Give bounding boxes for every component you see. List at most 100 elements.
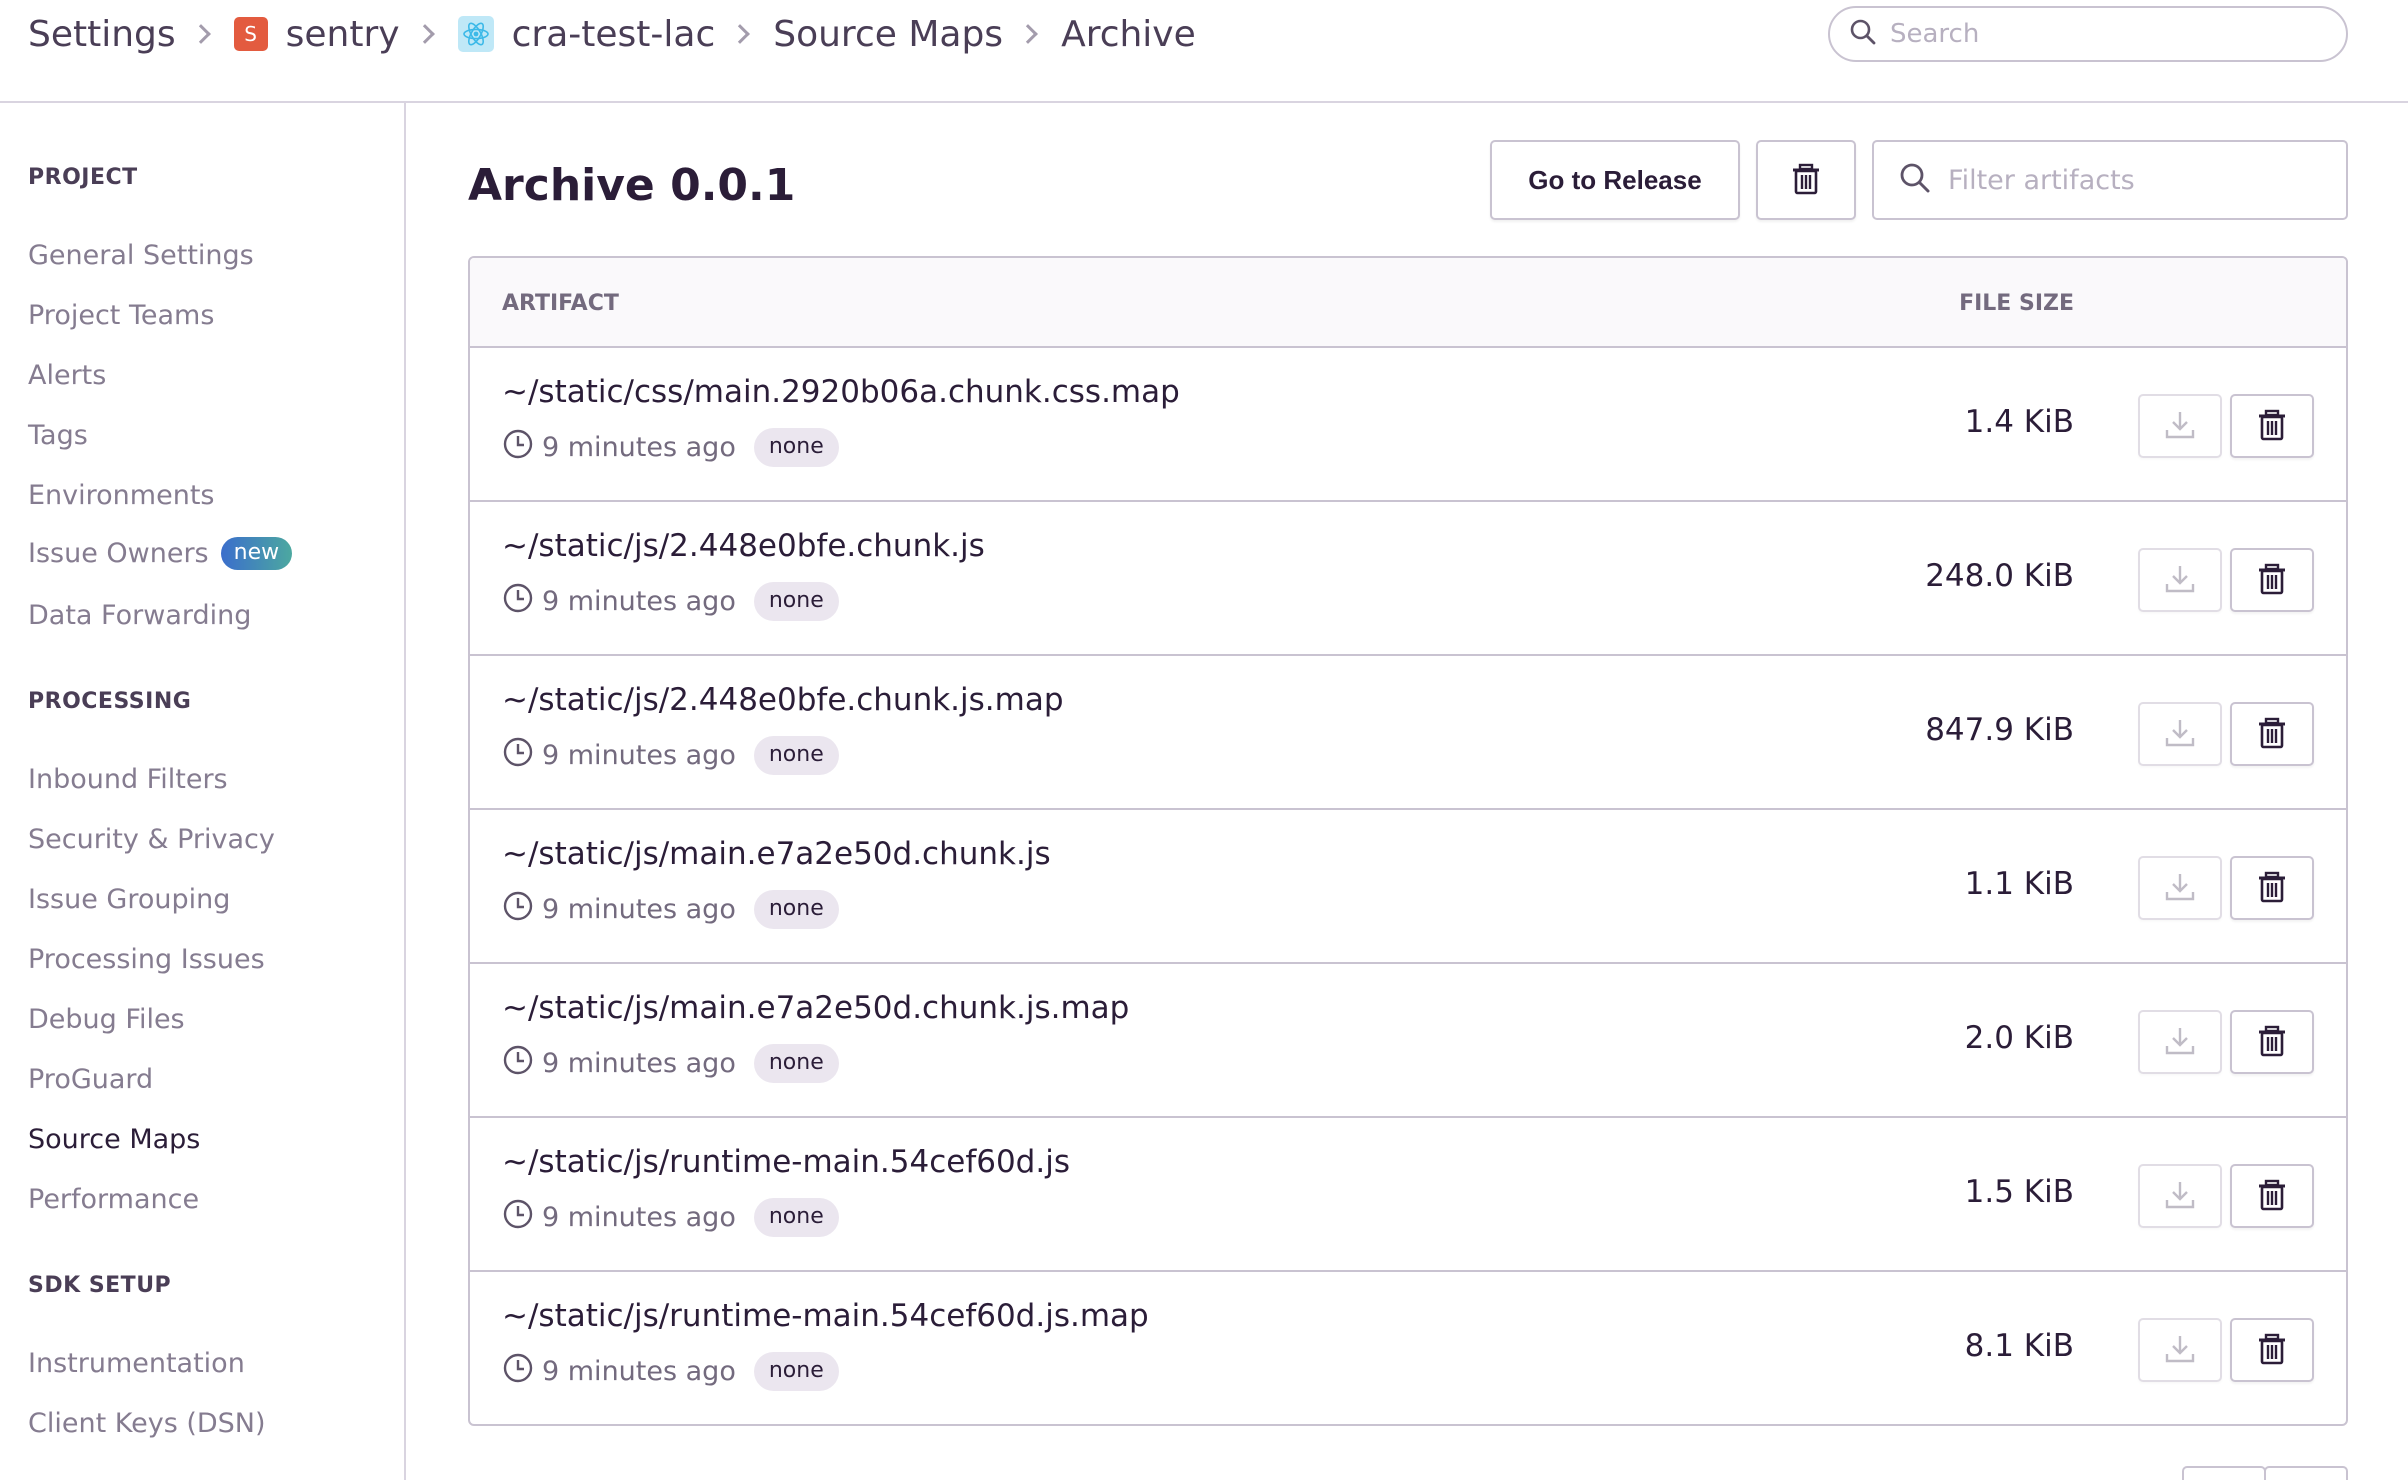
table-row: ~/static/js/main.e7a2e50d.chunk.js.map 9 … [470, 964, 2346, 1118]
pagination-prev-button[interactable] [2182, 1466, 2266, 1480]
dist-tag: none [753, 428, 839, 467]
go-to-release-button[interactable]: Go to Release [1490, 140, 1740, 220]
sidebar-item-data-forwarding[interactable]: Data Forwarding [28, 600, 251, 631]
pagination-next-button[interactable] [2264, 1466, 2348, 1480]
artifact-time: 9 minutes ago [542, 740, 736, 771]
artifact-meta: 9 minutes ago none [502, 428, 839, 467]
column-artifact: ARTIFACT [502, 291, 619, 316]
download-icon [2164, 871, 2196, 906]
sidebar-item-security-privacy[interactable]: Security & Privacy [28, 824, 275, 855]
trash-icon [2257, 1333, 2287, 1368]
breadcrumb-project[interactable]: cra-test-lac [457, 13, 716, 55]
artifacts-table: ARTIFACT FILE SIZE ~/static/css/main.292… [468, 256, 2348, 1426]
artifact-meta: 9 minutes ago none [502, 582, 839, 621]
sidebar-item-inbound-filters[interactable]: Inbound Filters [28, 764, 228, 795]
artifact-time: 9 minutes ago [542, 1356, 736, 1387]
artifact-time: 9 minutes ago [542, 894, 736, 925]
download-icon [2164, 1179, 2196, 1214]
sidebar-item-processing-issues[interactable]: Processing Issues [28, 944, 265, 975]
breadcrumb-source-maps[interactable]: Source Maps [773, 14, 1003, 55]
artifact-name: ~/static/css/main.2920b06a.chunk.css.map [502, 374, 1180, 410]
clock-icon [502, 428, 534, 467]
artifact-time: 9 minutes ago [542, 586, 736, 617]
sidebar-item-debug-files[interactable]: Debug Files [28, 1004, 185, 1035]
settings-sidebar: PROJECT General Settings Project Teams A… [0, 103, 406, 1480]
artifact-meta: 9 minutes ago none [502, 736, 839, 775]
filter-artifacts[interactable] [1872, 140, 2348, 220]
download-artifact-button[interactable] [2138, 1164, 2222, 1228]
top-header: Settings S sentry cra-test-lac Source Ma… [0, 0, 2408, 103]
trash-icon [2257, 409, 2287, 444]
delete-artifact-button[interactable] [2230, 1164, 2314, 1228]
react-icon [457, 16, 494, 52]
artifact-meta: 9 minutes ago none [502, 1044, 839, 1083]
trash-icon [2257, 1025, 2287, 1060]
breadcrumb-org-label: sentry [285, 13, 400, 55]
new-badge: new [220, 537, 293, 570]
download-icon [2164, 717, 2196, 752]
sidebar-item-instrumentation[interactable]: Instrumentation [28, 1348, 245, 1379]
download-artifact-button[interactable] [2138, 394, 2222, 458]
chevron-right-icon [1018, 24, 1038, 44]
chevron-right-icon [414, 24, 435, 44]
breadcrumb: Settings S sentry cra-test-lac Source Ma… [28, 10, 1196, 58]
download-artifact-button[interactable] [2138, 856, 2222, 920]
dist-tag: none [753, 736, 839, 775]
table-row: ~/static/js/main.e7a2e50d.chunk.js 9 minu… [470, 810, 2346, 964]
sidebar-item-project-teams[interactable]: Project Teams [28, 300, 214, 331]
sidebar-item-client-keys[interactable]: Client Keys (DSN) [28, 1408, 266, 1439]
artifact-file-size: 1.1 KiB [1964, 866, 2074, 902]
delete-artifact-button[interactable] [2230, 702, 2314, 766]
artifact-time: 9 minutes ago [542, 1048, 736, 1079]
filter-artifacts-input[interactable] [1948, 164, 2328, 196]
artifact-name: ~/static/js/runtime-main.54cef60d.js.map [502, 1298, 1149, 1334]
delete-artifact-button[interactable] [2230, 1318, 2314, 1382]
download-artifact-button[interactable] [2138, 702, 2222, 766]
breadcrumb-project-label: cra-test-lac [511, 13, 716, 55]
delete-artifact-button[interactable] [2230, 394, 2314, 458]
sidebar-item-environments[interactable]: Environments [28, 480, 214, 511]
sidebar-section-processing: PROCESSING [28, 689, 192, 714]
dist-tag: none [753, 582, 839, 621]
sidebar-item-issue-owners[interactable]: Issue Owners new [28, 537, 293, 570]
sidebar-section-project: PROJECT [28, 165, 138, 190]
delete-artifact-button[interactable] [2230, 548, 2314, 612]
download-artifact-button[interactable] [2138, 1318, 2222, 1382]
table-row: ~/static/js/runtime-main.54cef60d.js 9 mi… [470, 1118, 2346, 1272]
global-search-input[interactable] [1890, 19, 2310, 49]
artifact-file-size: 1.4 KiB [1964, 404, 2074, 440]
download-artifact-button[interactable] [2138, 548, 2222, 612]
artifact-meta: 9 minutes ago none [502, 1352, 839, 1391]
clock-icon [502, 736, 534, 775]
download-icon [2164, 563, 2196, 598]
download-artifact-button[interactable] [2138, 1010, 2222, 1074]
dist-tag: none [753, 1352, 839, 1391]
breadcrumb-settings[interactable]: Settings [28, 14, 176, 55]
delete-artifact-button[interactable] [2230, 856, 2314, 920]
sidebar-item-proguard[interactable]: ProGuard [28, 1064, 153, 1095]
delete-archive-button[interactable] [1756, 140, 1856, 220]
trash-icon [2257, 717, 2287, 752]
sidebar-item-alerts[interactable]: Alerts [28, 360, 106, 391]
breadcrumb-org[interactable]: S sentry [233, 13, 400, 55]
sidebar-item-label: Issue Owners [28, 538, 209, 569]
chevron-right-icon [190, 24, 211, 44]
global-search[interactable] [1828, 6, 2348, 62]
sidebar-item-general-settings[interactable]: General Settings [28, 240, 254, 271]
table-header: ARTIFACT FILE SIZE [470, 258, 2346, 348]
clock-icon [502, 582, 534, 621]
download-icon [2164, 1025, 2196, 1060]
sidebar-item-tags[interactable]: Tags [28, 420, 88, 451]
delete-artifact-button[interactable] [2230, 1010, 2314, 1074]
table-row: ~/static/js/2.448e0bfe.chunk.js.map 9 min… [470, 656, 2346, 810]
sidebar-item-source-maps[interactable]: Source Maps [28, 1124, 200, 1155]
breadcrumb-archive: Archive [1061, 13, 1196, 55]
sidebar-item-performance[interactable]: Performance [28, 1184, 199, 1215]
artifact-name: ~/static/js/main.e7a2e50d.chunk.js.map [502, 990, 1130, 1026]
clock-icon [502, 890, 534, 929]
sidebar-item-issue-grouping[interactable]: Issue Grouping [28, 884, 230, 915]
artifact-file-size: 8.1 KiB [1964, 1328, 2074, 1364]
sidebar-section-sdk-setup: SDK SETUP [28, 1273, 172, 1298]
page-title: Archive 0.0.1 [468, 160, 796, 211]
artifact-time: 9 minutes ago [542, 1202, 736, 1233]
